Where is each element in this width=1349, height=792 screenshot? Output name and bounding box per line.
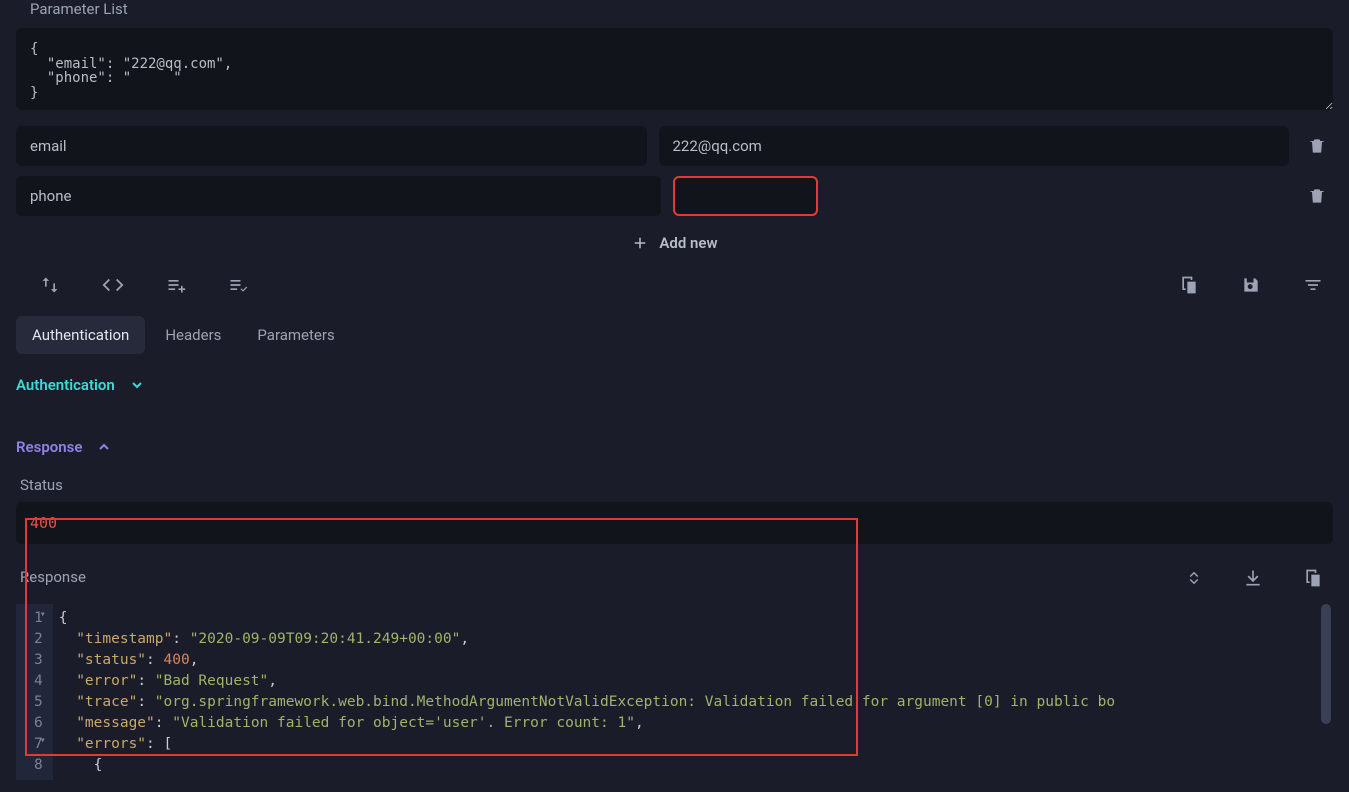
save-icon[interactable] <box>1241 275 1261 295</box>
param-key-input[interactable] <box>16 126 647 166</box>
add-new-button[interactable]: Add new <box>16 226 1333 266</box>
trash-icon[interactable] <box>1301 180 1333 212</box>
tab-headers[interactable]: Headers <box>149 316 237 354</box>
param-toolbar <box>16 266 1333 312</box>
authentication-section-header[interactable]: Authentication <box>16 366 1333 408</box>
tab-parameters[interactable]: Parameters <box>241 316 350 354</box>
download-icon[interactable] <box>1243 568 1263 588</box>
authentication-title: Authentication <box>16 376 115 394</box>
response-body-label: Response <box>16 562 90 594</box>
param-key-input[interactable] <box>16 176 661 216</box>
tab-authentication[interactable]: Authentication <box>16 316 145 354</box>
param-row-1 <box>16 176 1333 216</box>
copy-response-icon[interactable] <box>1303 568 1323 588</box>
status-value: 400 <box>16 502 1333 544</box>
tab-bar: Authentication Headers Parameters <box>16 316 1333 354</box>
sort-icon[interactable] <box>40 274 60 296</box>
code-scrollbar[interactable] <box>1321 604 1331 724</box>
param-row-0 <box>16 126 1333 166</box>
param-value-input[interactable] <box>673 176 818 216</box>
response-title: Response <box>16 438 82 456</box>
add-list-icon[interactable] <box>166 274 186 296</box>
response-code-editor[interactable]: 12345678 { "timestamp": "2020-09-09T09:2… <box>16 604 1333 780</box>
parameter-list-label: Parameter List <box>16 0 1333 18</box>
trash-icon[interactable] <box>1301 130 1333 162</box>
chevron-down-icon <box>129 377 145 393</box>
parameter-json-textarea[interactable] <box>16 28 1333 110</box>
chevron-up-icon <box>96 439 112 455</box>
response-section-header[interactable]: Response <box>16 428 1333 470</box>
expand-icon[interactable] <box>1185 568 1203 588</box>
copy-icon[interactable] <box>1179 275 1199 295</box>
check-list-icon[interactable] <box>228 274 248 296</box>
status-label: Status <box>16 470 1333 502</box>
plus-icon <box>631 234 649 252</box>
format-icon[interactable] <box>1303 275 1323 295</box>
add-new-label: Add new <box>659 234 717 252</box>
code-icon[interactable] <box>102 274 124 296</box>
param-value-input[interactable] <box>659 126 1290 166</box>
